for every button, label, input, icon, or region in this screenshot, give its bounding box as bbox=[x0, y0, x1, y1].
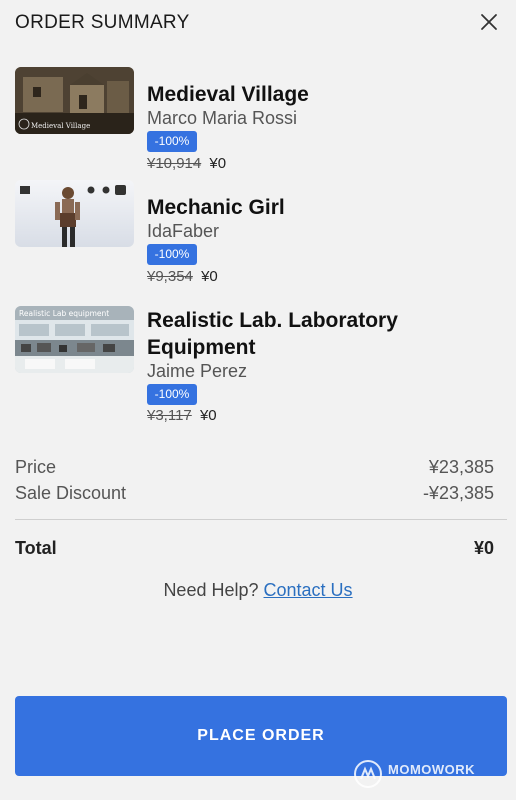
original-price: ¥10,914 bbox=[147, 155, 202, 172]
discount-badge: -100% bbox=[147, 384, 197, 405]
item-author[interactable]: Marco Maria Rossi bbox=[147, 108, 297, 129]
sale-discount-label: Sale Discount bbox=[15, 483, 127, 503]
item-price: ¥9,354 ¥0 bbox=[147, 268, 218, 285]
sale-discount-value: -¥23,385 bbox=[422, 483, 494, 503]
page-title: ORDER SUMMARY bbox=[15, 12, 190, 33]
order-summary-panel: ORDER SUMMARY Medieval Village Medieval … bbox=[0, 0, 516, 800]
thumbnail-caption: Medieval Village bbox=[31, 122, 90, 130]
price-value: ¥23,385 bbox=[428, 457, 494, 477]
sale-price: ¥0 bbox=[201, 268, 218, 285]
thumbnail-caption: Realistic Lab equipment bbox=[19, 309, 109, 318]
discount-badge: -100% bbox=[147, 131, 197, 152]
product-thumbnail-realistic-lab[interactable]: Realistic Lab equipment bbox=[15, 306, 134, 373]
header: ORDER SUMMARY bbox=[15, 12, 501, 36]
item-title[interactable]: Mechanic Girl bbox=[147, 194, 487, 221]
momowork-logo-icon bbox=[354, 760, 382, 788]
product-thumbnail-medieval-village[interactable]: Medieval Village bbox=[15, 67, 134, 134]
close-button[interactable] bbox=[477, 10, 501, 34]
item-author[interactable]: IdaFaber bbox=[147, 221, 219, 242]
discount-badge: -100% bbox=[147, 244, 197, 265]
help-text: Need Help? Contact Us bbox=[0, 580, 516, 601]
watermark-text: MOMOWORK bbox=[388, 762, 476, 777]
price-label: Price bbox=[15, 457, 57, 477]
total-value: ¥0 bbox=[473, 538, 494, 558]
original-price: ¥3,117 bbox=[147, 407, 192, 424]
close-icon bbox=[481, 14, 497, 30]
product-thumbnail-mechanic-girl[interactable] bbox=[15, 180, 134, 247]
item-price: ¥10,914 ¥0 bbox=[147, 155, 226, 172]
contact-us-link[interactable]: Contact Us bbox=[264, 580, 353, 600]
item-title[interactable]: Realistic Lab. Laboratory Equipment bbox=[147, 307, 487, 361]
sale-price: ¥0 bbox=[209, 155, 227, 172]
original-price: ¥9,354 bbox=[147, 268, 193, 285]
help-prefix: Need Help? bbox=[163, 580, 259, 600]
divider bbox=[15, 519, 507, 520]
total-label: Total bbox=[15, 538, 57, 558]
item-author[interactable]: Jaime Perez bbox=[147, 361, 247, 382]
item-price: ¥3,117 ¥0 bbox=[147, 407, 217, 424]
sale-price: ¥0 bbox=[199, 407, 217, 424]
watermark: MOMOWORK bbox=[352, 758, 502, 792]
item-title[interactable]: Medieval Village bbox=[147, 81, 487, 108]
